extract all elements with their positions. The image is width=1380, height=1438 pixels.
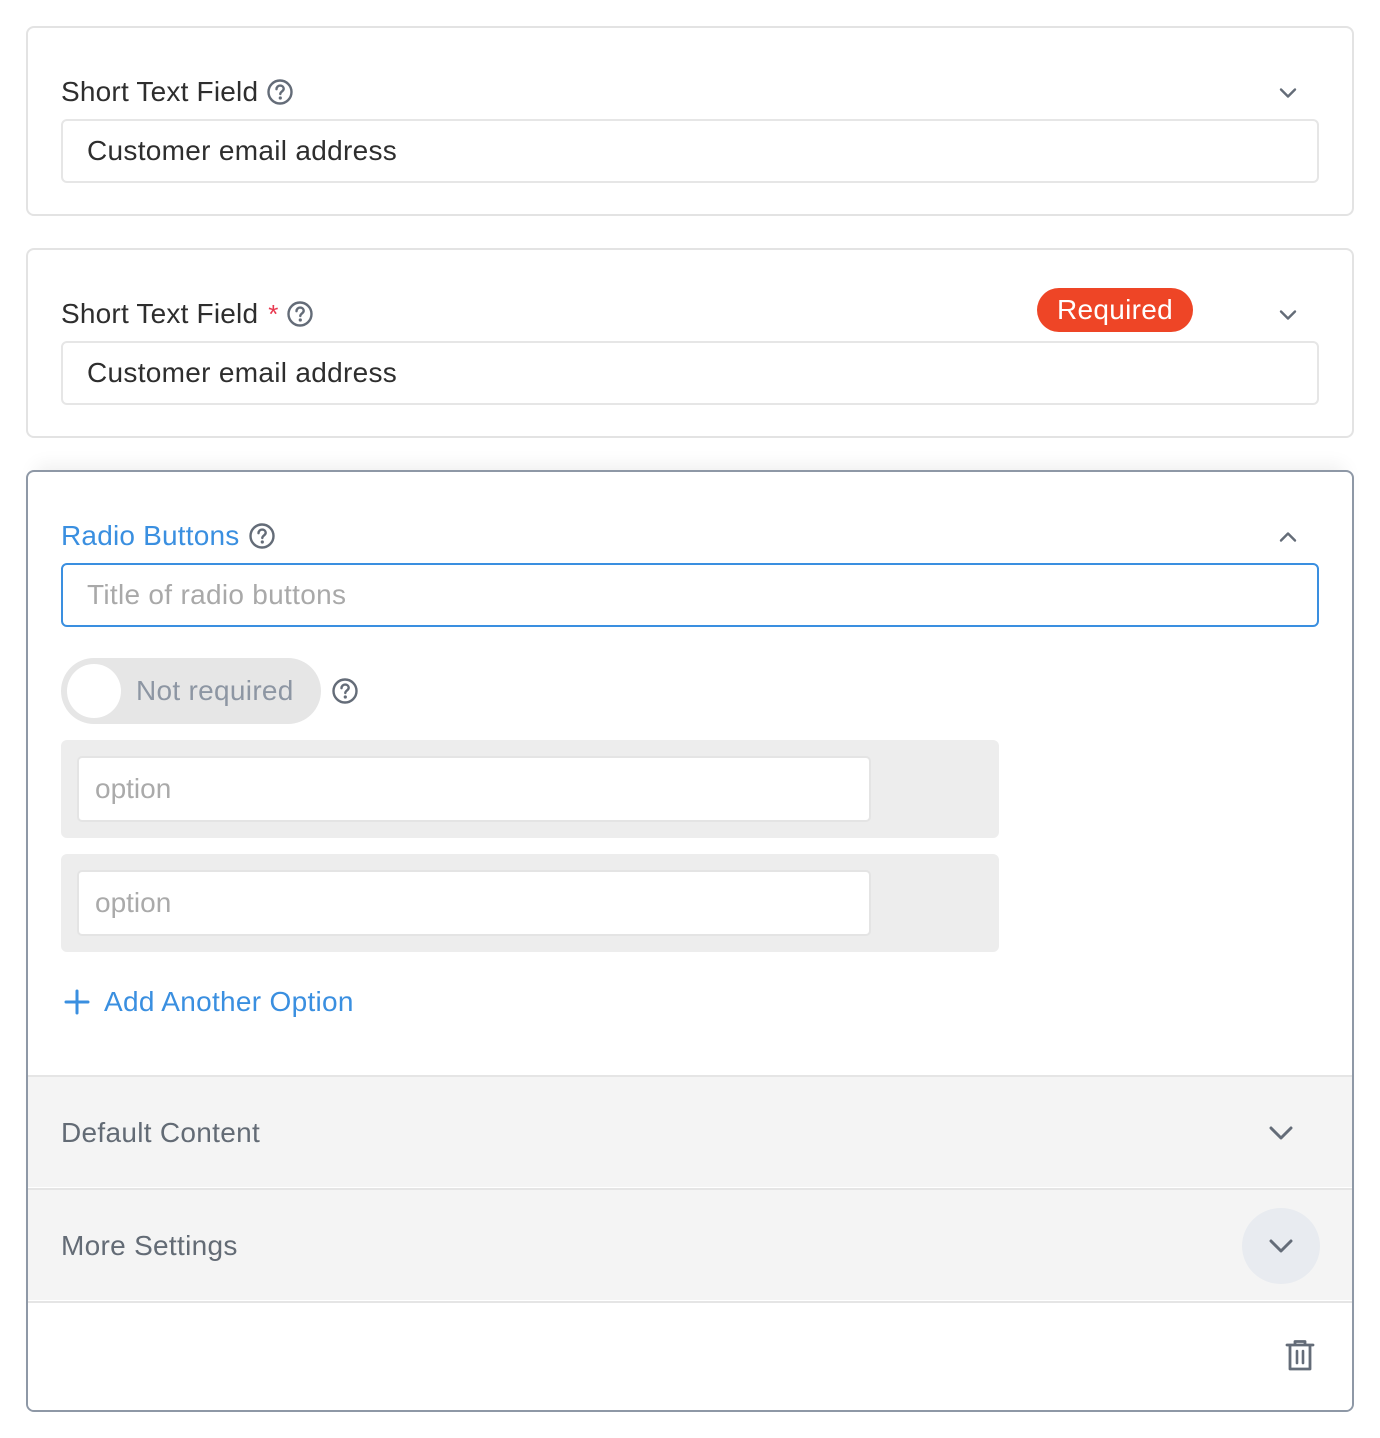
field-header: Short Text Field	[61, 72, 1319, 112]
radio-title-input[interactable]	[61, 563, 1319, 627]
required-toggle-row: Not required	[61, 658, 359, 724]
option-input[interactable]	[77, 870, 871, 936]
chevron-down-icon[interactable]	[1242, 1208, 1320, 1284]
chevron-down-icon[interactable]	[1242, 1095, 1320, 1171]
add-option-label: Add Another Option	[104, 986, 354, 1017]
chevron-down-icon[interactable]	[1273, 78, 1303, 108]
short-text-field-required-card: Short Text Field * Required	[26, 248, 1354, 438]
short-text-field-card: Short Text Field	[26, 26, 1354, 216]
plus-icon	[64, 989, 90, 1015]
field-header: Radio Buttons	[61, 516, 1319, 556]
trash-icon[interactable]	[1284, 1337, 1316, 1373]
default-content-section[interactable]: Default Content	[28, 1075, 1352, 1187]
required-toggle[interactable]: Not required	[61, 658, 321, 724]
help-icon[interactable]	[248, 522, 276, 550]
chevron-down-icon[interactable]	[1273, 300, 1303, 330]
field-type-label: Radio Buttons	[61, 520, 240, 551]
section-label: Default Content	[61, 1117, 261, 1148]
option-input[interactable]	[77, 756, 871, 822]
field-value-input[interactable]	[61, 119, 1319, 183]
chevron-up-icon[interactable]	[1273, 522, 1303, 552]
field-header: Short Text Field * Required	[61, 288, 1319, 334]
radio-buttons-card: Radio Buttons Not required Add Another O…	[26, 470, 1354, 1412]
help-icon[interactable]	[286, 300, 314, 328]
card-footer	[28, 1301, 1352, 1410]
section-label: More Settings	[61, 1230, 238, 1261]
required-asterisk: *	[268, 298, 279, 329]
field-type-label: Short Text Field	[61, 298, 259, 329]
help-icon[interactable]	[331, 677, 359, 705]
more-settings-section[interactable]: More Settings	[28, 1188, 1352, 1300]
help-icon[interactable]	[266, 78, 294, 106]
toggle-label: Not required	[136, 675, 294, 706]
toggle-knob	[67, 664, 121, 718]
field-type-label: Short Text Field	[61, 76, 259, 107]
required-badge: Required	[1037, 288, 1194, 332]
option-row	[61, 740, 999, 838]
option-row	[61, 854, 999, 952]
field-value-input[interactable]	[61, 341, 1319, 405]
add-option-button[interactable]: Add Another Option	[64, 986, 354, 1018]
